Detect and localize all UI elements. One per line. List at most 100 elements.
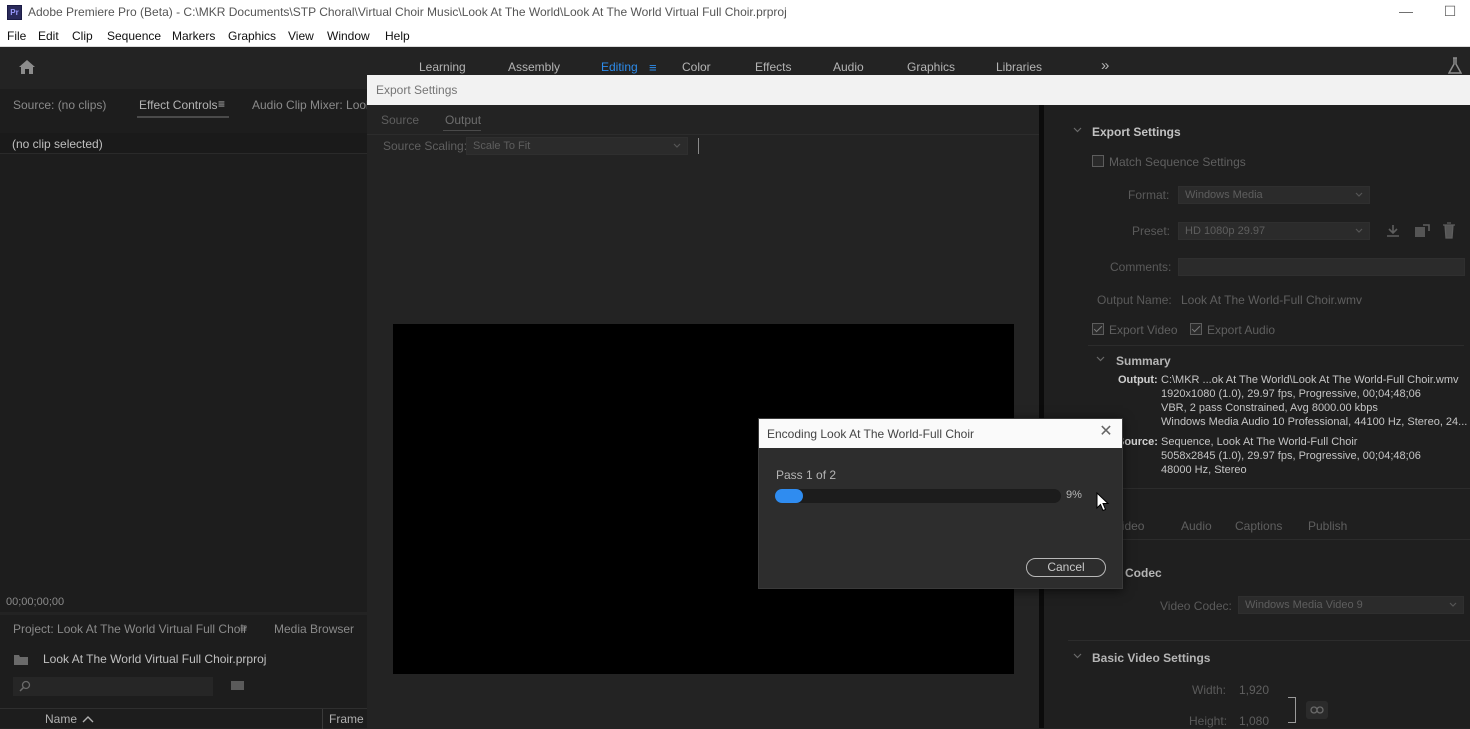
divider: [1068, 640, 1470, 641]
tab-media-browser[interactable]: Media Browser: [274, 622, 354, 636]
tab-audio-clip-mixer[interactable]: Audio Clip Mixer: Look: [252, 98, 372, 112]
progress-bar: [775, 489, 1061, 503]
menu-bar: File Edit Clip Sequence Markers Graphics…: [0, 25, 1470, 47]
export-dialog-title: Export Settings: [376, 83, 458, 97]
cancel-button[interactable]: Cancel: [1026, 558, 1106, 577]
preset-select[interactable]: HD 1080p 29.97: [1178, 222, 1370, 240]
source-scaling-value: Scale To Fit: [473, 140, 531, 152]
summary-output-line: C:\MKR ...ok At The World\Look At The Wo…: [1161, 374, 1459, 386]
match-sequence-checkbox[interactable]: [1092, 155, 1104, 167]
close-icon[interactable]: ✕: [1098, 424, 1114, 440]
progress-percent: 9%: [1066, 489, 1082, 501]
tab-publish[interactable]: Publish: [1308, 519, 1347, 533]
codec-heading: Codec: [1125, 566, 1162, 580]
menu-clip[interactable]: Clip: [72, 29, 93, 43]
workspace-audio[interactable]: Audio: [833, 60, 864, 74]
summary-heading: Summary: [1116, 354, 1171, 368]
export-video-checkbox[interactable]: [1092, 323, 1104, 335]
collapse-chevron-icon[interactable]: [1073, 127, 1082, 133]
menu-help[interactable]: Help: [385, 29, 410, 43]
project-search-input[interactable]: [13, 677, 213, 696]
divider: [1088, 345, 1464, 346]
preset-value: HD 1080p 29.97: [1185, 225, 1266, 237]
window-title: Adobe Premiere Pro (Beta) - C:\MKR Docum…: [28, 5, 787, 19]
basic-video-chevron-icon[interactable]: [1073, 653, 1082, 659]
no-clip-label: (no clip selected): [12, 137, 103, 151]
workspace-color[interactable]: Color: [682, 60, 711, 74]
constrain-proportions-button[interactable]: [1306, 701, 1328, 719]
maximize-button[interactable]: ☐: [1440, 3, 1460, 21]
output-tab-underline: [443, 130, 481, 131]
workspace-effects[interactable]: Effects: [755, 60, 791, 74]
workspace-overflow-icon[interactable]: »: [1101, 57, 1109, 74]
height-value[interactable]: 1,080: [1239, 714, 1269, 728]
source-scaling-label: Source Scaling:: [383, 139, 468, 153]
new-bin-icon[interactable]: [230, 679, 245, 691]
save-preset-icon[interactable]: [1385, 223, 1401, 239]
format-select[interactable]: Windows Media: [1178, 186, 1370, 204]
tab-effect-controls[interactable]: Effect Controls: [139, 98, 217, 112]
settings-pane: Export Settings Match Sequence Settings …: [1044, 105, 1470, 728]
video-codec-select[interactable]: Windows Media Video 9: [1238, 596, 1464, 614]
tab-menu-icon[interactable]: ≡: [218, 97, 225, 111]
comments-input[interactable]: [1178, 258, 1465, 276]
summary-chevron-icon[interactable]: [1096, 356, 1105, 362]
crop-handle[interactable]: [698, 138, 699, 154]
menu-markers[interactable]: Markers: [172, 29, 215, 43]
progress-fill: [775, 489, 803, 503]
menu-graphics[interactable]: Graphics: [228, 29, 276, 43]
menu-edit[interactable]: Edit: [38, 29, 59, 43]
active-tab-underline: [137, 116, 229, 118]
width-label: Width:: [1192, 683, 1227, 697]
workspace-graphics[interactable]: Graphics: [907, 60, 955, 74]
menu-file[interactable]: File: [7, 29, 26, 43]
summary-source-line: 5058x2845 (1.0), 29.97 fps, Progressive,…: [1161, 450, 1421, 462]
workspace-libraries[interactable]: Libraries: [996, 60, 1042, 74]
export-video-label: Export Video: [1109, 323, 1178, 337]
sort-ascending-icon[interactable]: [82, 715, 94, 723]
tab-audio[interactable]: Audio: [1181, 519, 1212, 533]
divider: [367, 134, 1039, 135]
summary-output-line: Windows Media Audio 10 Professional, 441…: [1161, 416, 1468, 428]
import-preset-icon[interactable]: [1413, 223, 1431, 239]
tab-captions[interactable]: Captions: [1235, 519, 1282, 533]
minimize-button[interactable]: —: [1396, 3, 1416, 21]
chevron-down-icon: [1355, 228, 1363, 233]
workspace-menu-icon[interactable]: ≡: [649, 60, 657, 75]
menu-view[interactable]: View: [288, 29, 314, 43]
menu-sequence[interactable]: Sequence: [107, 29, 161, 43]
project-tab-menu-icon[interactable]: ≡: [240, 621, 247, 635]
workspace-assembly[interactable]: Assembly: [508, 60, 560, 74]
preview-area: Source Output Source Scaling: Scale To F…: [367, 105, 1039, 728]
workspace-learning[interactable]: Learning: [419, 60, 466, 74]
chevron-down-icon: [1449, 602, 1457, 607]
preset-label: Preset:: [1132, 224, 1171, 238]
home-icon[interactable]: [18, 59, 36, 75]
tab-project[interactable]: Project: Look At The World Virtual Full …: [13, 622, 247, 636]
divider: [1068, 539, 1470, 540]
chevron-down-icon: [1355, 192, 1363, 197]
encoding-dialog: Encoding Look At The World-Full Choir ✕ …: [758, 418, 1123, 589]
height-label: Height:: [1189, 714, 1228, 728]
delete-preset-icon[interactable]: [1442, 222, 1456, 239]
video-codec-label: Video Codec:: [1160, 599, 1232, 613]
premiere-app-icon: Pr: [7, 5, 22, 20]
format-value: Windows Media: [1185, 189, 1263, 201]
tab-source[interactable]: Source: (no clips): [13, 98, 106, 112]
menu-window[interactable]: Window: [327, 29, 370, 43]
column-name[interactable]: Name: [45, 712, 77, 726]
width-value[interactable]: 1,920: [1239, 683, 1269, 697]
mouse-cursor-icon: [1096, 492, 1109, 512]
source-scaling-select[interactable]: Scale To Fit: [466, 137, 688, 155]
output-name-link[interactable]: Look At The World-Full Choir.wmv: [1181, 293, 1362, 307]
workspace-editing[interactable]: Editing: [601, 60, 638, 74]
summary-source-label: Source:: [1117, 436, 1158, 448]
output-name-label: Output Name:: [1097, 293, 1172, 307]
tab-export-output[interactable]: Output: [445, 113, 481, 127]
format-label: Format:: [1128, 188, 1170, 202]
export-audio-checkbox[interactable]: [1190, 323, 1202, 335]
beaker-icon[interactable]: [1448, 57, 1462, 75]
tab-export-source[interactable]: Source: [381, 113, 419, 127]
summary-output-line: VBR, 2 pass Constrained, Avg 8000.00 kbp…: [1161, 402, 1378, 414]
summary-output-label: Output:: [1118, 374, 1158, 386]
